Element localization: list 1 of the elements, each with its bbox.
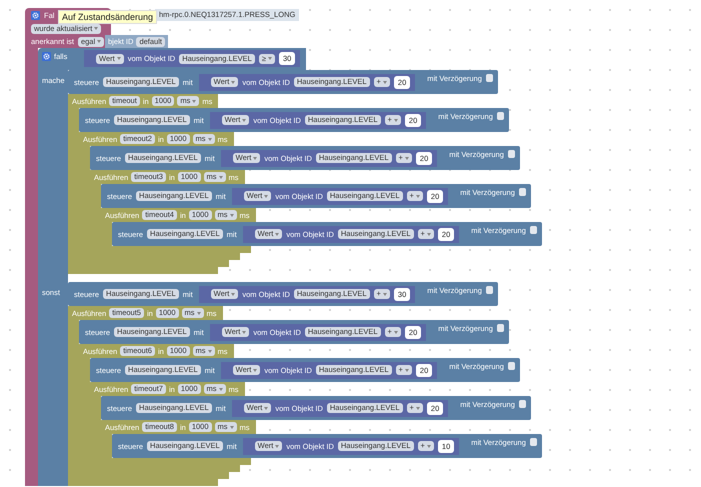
tooltip: Auf Zustandsänderung <box>58 10 158 24</box>
